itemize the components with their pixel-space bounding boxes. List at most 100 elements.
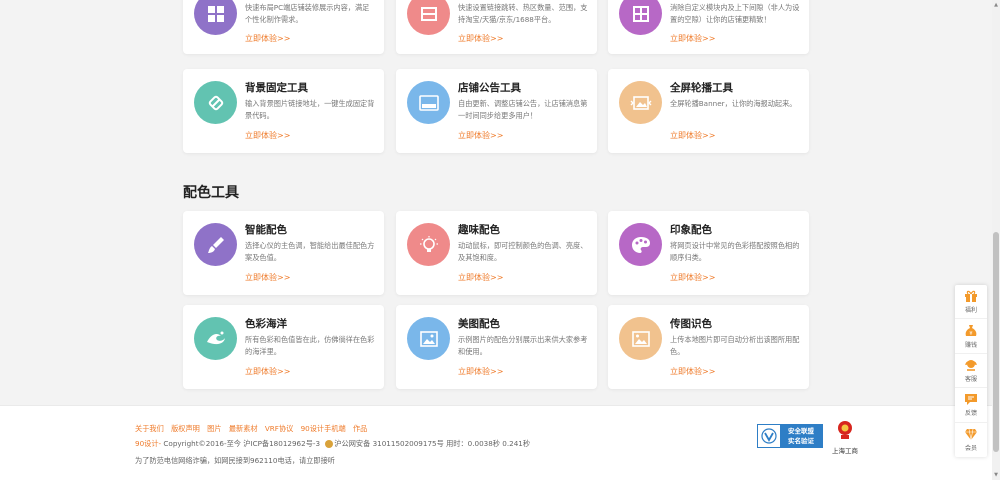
sidebar-item-customer-service[interactable]: 客服 — [955, 354, 987, 389]
card-desc: 快速布局PC端店铺装修展示内容，满足个性化制作需求。 — [245, 3, 370, 24]
try-now-link[interactable]: 立即体验>> — [245, 33, 290, 44]
card-title: 传图识色 — [670, 318, 712, 330]
card-color-ocean: 色彩海洋 所有色彩和色值皆在此，仿佛徜徉在色彩的海洋里。 立即体验>> — [183, 305, 384, 389]
money-bag-icon: ¥ — [965, 324, 977, 337]
gov-label: 上海工商 — [832, 447, 858, 455]
police-badge-icon — [325, 440, 334, 448]
gift-icon — [965, 290, 977, 303]
card-desc: 消除自定义模块内及上下间隙（非人为设置的空隙）让你的店铺更精致！ — [670, 3, 800, 24]
security-alliance-badge[interactable]: 安全联盟 实名验证 — [757, 424, 823, 448]
badge-line-2: 实名验证 — [788, 437, 814, 445]
try-now-link[interactable]: 立即体验>> — [458, 130, 503, 141]
hotspot-icon — [407, 0, 450, 35]
verified-v-icon — [758, 425, 780, 447]
try-now-link[interactable]: 立即体验>> — [245, 130, 290, 141]
try-now-link[interactable]: 立即体验>> — [458, 33, 503, 44]
sidebar-item-welfare[interactable]: 福利 — [955, 285, 987, 320]
badge-line-1: 安全联盟 — [788, 427, 814, 435]
card-store-notice-tool: 店铺公告工具 自由更新、调整店铺公告，让店铺消息第一时间同步给更多用户！ 立即体… — [396, 69, 597, 153]
footer-link-mobile[interactable]: 90设计手机端 — [301, 424, 346, 433]
card-desc: 全屏轮播Banner，让你的海报动起来。 — [670, 99, 797, 108]
footer-police-text: 沪公网安备 31011502009175号 用时：0.0038秒 0.241秒 — [334, 439, 531, 448]
card-desc: 输入背景图片链接地址，一键生成固定背景代码。 — [245, 99, 375, 120]
feedback-icon — [965, 394, 977, 406]
card-title: 智能配色 — [245, 224, 287, 236]
sidebar-label: 反馈 — [964, 410, 977, 418]
card-title: 趣味配色 — [458, 224, 500, 236]
sidebar-label: 福利 — [964, 307, 977, 315]
card-desc: 所有色彩和色值皆在此，仿佛徜徉在色彩的海洋里。 — [245, 335, 375, 356]
card-desc: 快速设置链接跳转、热区数量、范围，支持淘宝/天猫/京东/1688平台。 — [458, 3, 588, 24]
card-title: 印象配色 — [670, 224, 712, 236]
sidebar-item-member[interactable]: 会员 — [955, 423, 987, 457]
vertical-scrollbar[interactable]: ▲ ▼ — [992, 0, 1000, 480]
grid-layout-icon — [194, 0, 237, 35]
card-desc: 将网页设计中常见的色彩搭配按照色相的顺序归类。 — [670, 241, 800, 262]
footer-link-about[interactable]: 关于我们 — [135, 424, 164, 433]
card-upload-image-color: 传图识色 上传本地图片即可自动分析出该图所用配色。 立即体验>> — [608, 305, 809, 389]
security-badge-text: 安全联盟 实名验证 — [780, 425, 822, 447]
image-icon — [407, 317, 450, 360]
try-now-link[interactable]: 立即体验>> — [670, 272, 715, 283]
card-hotspot-tool: 快速设置链接跳转、热区数量、范围，支持淘宝/天猫/京东/1688平台。 立即体验… — [396, 0, 597, 54]
card-desc: 自由更新、调整店铺公告，让店铺消息第一时间同步给更多用户！ — [458, 99, 588, 120]
scroll-down-arrow-icon[interactable]: ▼ — [993, 472, 999, 478]
footer: 关于我们 版权声明 图片 最新素材 VRF协议 90设计手机端 作品 90设计-… — [0, 405, 992, 480]
palette-icon — [619, 223, 662, 266]
light-bulb-icon — [407, 223, 450, 266]
card-title: 美图配色 — [458, 318, 500, 330]
carousel-icon — [619, 81, 662, 124]
sidebar-label: 赚钱 — [964, 341, 977, 349]
try-now-link[interactable]: 立即体验>> — [245, 272, 290, 283]
card-desc: 选择心仪的主色调，智能给出最佳配色方案及色值。 — [245, 241, 375, 262]
svg-text:¥: ¥ — [969, 331, 972, 337]
paint-brush-icon — [194, 223, 237, 266]
try-now-link[interactable]: 立即体验>> — [670, 33, 715, 44]
footer-fraud-notice: 为了防范电信网络诈骗，如网民接到962110电话，请立即接听 — [135, 456, 335, 465]
card-impression-color: 印象配色 将网页设计中常见的色彩搭配按照色相的顺序归类。 立即体验>> — [608, 211, 809, 295]
try-now-link[interactable]: 立即体验>> — [458, 272, 503, 283]
card-gap-tool: 消除自定义模块内及上下间隙（非人为设置的空隙）让你的店铺更精致！ 立即体验>> — [608, 0, 809, 54]
card-background-fixed-tool: 背景固定工具 输入背景图片链接地址，一键生成固定背景代码。 立即体验>> — [183, 69, 384, 153]
card-desc: 上传本地图片即可自动分析出该图所用配色。 — [670, 335, 800, 356]
gov-emblem-icon — [838, 421, 852, 439]
footer-copyright-text: Copyright©2016-至今 沪ICP备18012962号-3 — [161, 439, 321, 448]
notice-board-icon — [407, 81, 450, 124]
footer-link-works[interactable]: 作品 — [353, 424, 367, 433]
wave-icon — [194, 317, 237, 360]
footer-copyright: 90设计- Copyright©2016-至今 沪ICP备18012962号-3… — [135, 439, 530, 449]
scroll-up-arrow-icon[interactable]: ▲ — [993, 2, 999, 8]
scrollbar-thumb[interactable] — [993, 232, 999, 452]
card-title: 背景固定工具 — [245, 82, 308, 94]
footer-links: 关于我们 版权声明 图片 最新素材 VRF协议 90设计手机端 作品 — [135, 424, 372, 434]
card-title: 店铺公告工具 — [458, 82, 521, 94]
card-fullscreen-carousel-tool: 全屏轮播工具 全屏轮播Banner，让你的海报动起来。 立即体验>> — [608, 69, 809, 153]
card-beautiful-image-color: 美图配色 示例图片的配色分别展示出来供大家参考和使用。 立即体验>> — [396, 305, 597, 389]
footer-link-latest[interactable]: 最新素材 — [229, 424, 258, 433]
customer-service-icon — [965, 359, 977, 371]
footer-link-copyright[interactable]: 版权声明 — [171, 424, 200, 433]
upload-image-icon — [619, 317, 662, 360]
floating-sidebar: 福利 ¥ 赚钱 客服 反馈 会员 — [955, 285, 987, 457]
footer-link-vrf[interactable]: VRF协议 — [265, 424, 293, 433]
card-smart-color: 智能配色 选择心仪的主色调，智能给出最佳配色方案及色值。 立即体验>> — [183, 211, 384, 295]
try-now-link[interactable]: 立即体验>> — [670, 130, 715, 141]
shanghai-business-badge[interactable]: 上海工商 — [830, 420, 860, 455]
card-layout-tool: 快速布局PC端店铺装修展示内容，满足个性化制作需求。 立即体验>> — [183, 0, 384, 54]
card-title: 色彩海洋 — [245, 318, 287, 330]
gap-removal-icon — [619, 0, 662, 35]
card-title: 全屏轮播工具 — [670, 82, 733, 94]
try-now-link[interactable]: 立即体验>> — [458, 366, 503, 377]
footer-brand-link[interactable]: 90设计- — [135, 439, 161, 448]
diamond-icon — [965, 429, 977, 441]
sidebar-label: 会员 — [964, 445, 977, 453]
footer-link-images[interactable]: 图片 — [207, 424, 221, 433]
sidebar-label: 客服 — [964, 375, 977, 383]
sidebar-item-earn[interactable]: ¥ 赚钱 — [955, 319, 987, 354]
card-fun-color: 趣味配色 动动鼠标，即可控制颜色的色调、亮度、及其饱和度。 立即体验>> — [396, 211, 597, 295]
card-desc: 示例图片的配色分别展示出来供大家参考和使用。 — [458, 335, 588, 356]
try-now-link[interactable]: 立即体验>> — [245, 366, 290, 377]
try-now-link[interactable]: 立即体验>> — [670, 366, 715, 377]
sidebar-item-feedback[interactable]: 反馈 — [955, 388, 987, 423]
link-icon — [194, 81, 237, 124]
